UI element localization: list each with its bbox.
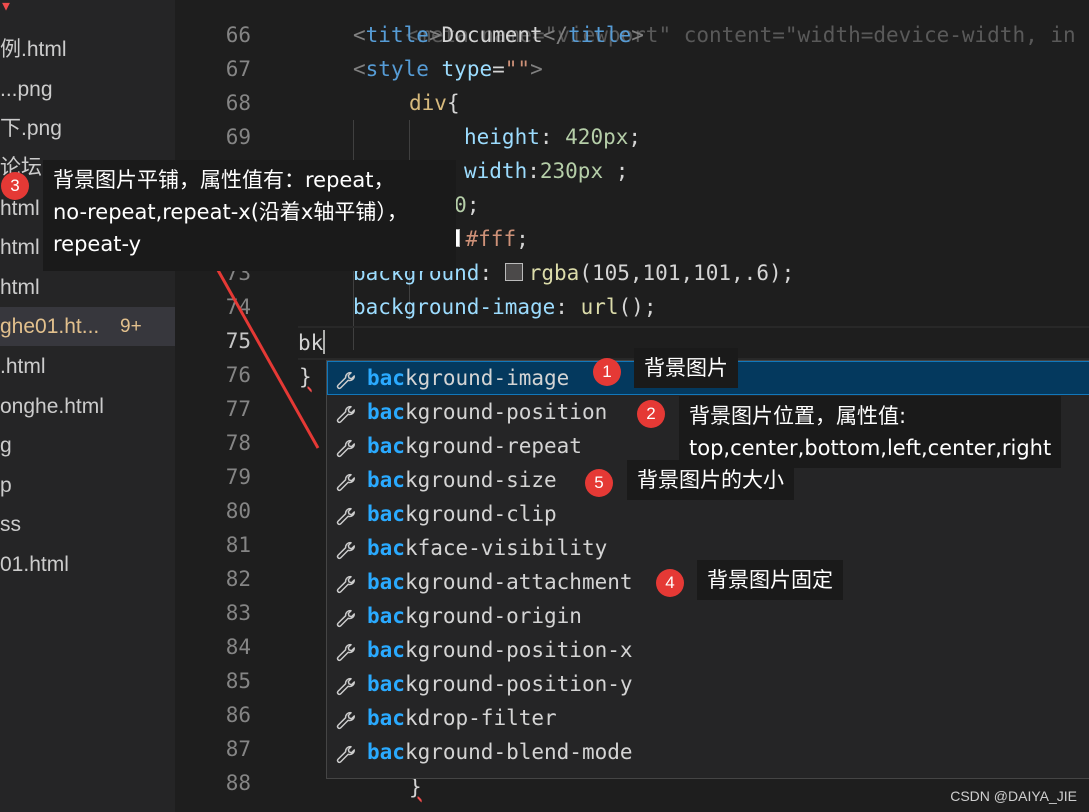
annotation-3-line3: repeat-y: [53, 232, 142, 256]
annotation-3-line1: 背景图片平铺，属性值有：repeat，: [53, 168, 395, 192]
annotation-badge-1: 1: [593, 358, 621, 386]
annotation-3-line2: no-repeat,repeat-x(沿着x轴平铺），: [53, 200, 408, 224]
annotation-4: 背景图片固定: [697, 560, 843, 600]
annotation-badge-3: 3: [1, 172, 29, 200]
annotation-2: 背景图片位置，属性值: top,center,bottom,left,cente…: [679, 396, 1062, 468]
annotation-1: 背景图片: [634, 348, 738, 388]
annotation-2-line1: 背景图片位置，属性值:: [689, 404, 907, 428]
annotation-3: 背景图片平铺，属性值有：repeat， no-repeat,repeat-x(沿…: [43, 160, 456, 271]
annotation-5: 背景图片的大小: [627, 460, 794, 500]
annotation-badge-4: 4: [656, 569, 684, 597]
annotation-badge-5: 5: [585, 469, 613, 497]
watermark: CSDN @DAIYA_JIE: [950, 788, 1077, 804]
annotation-badge-2: 2: [637, 400, 665, 428]
